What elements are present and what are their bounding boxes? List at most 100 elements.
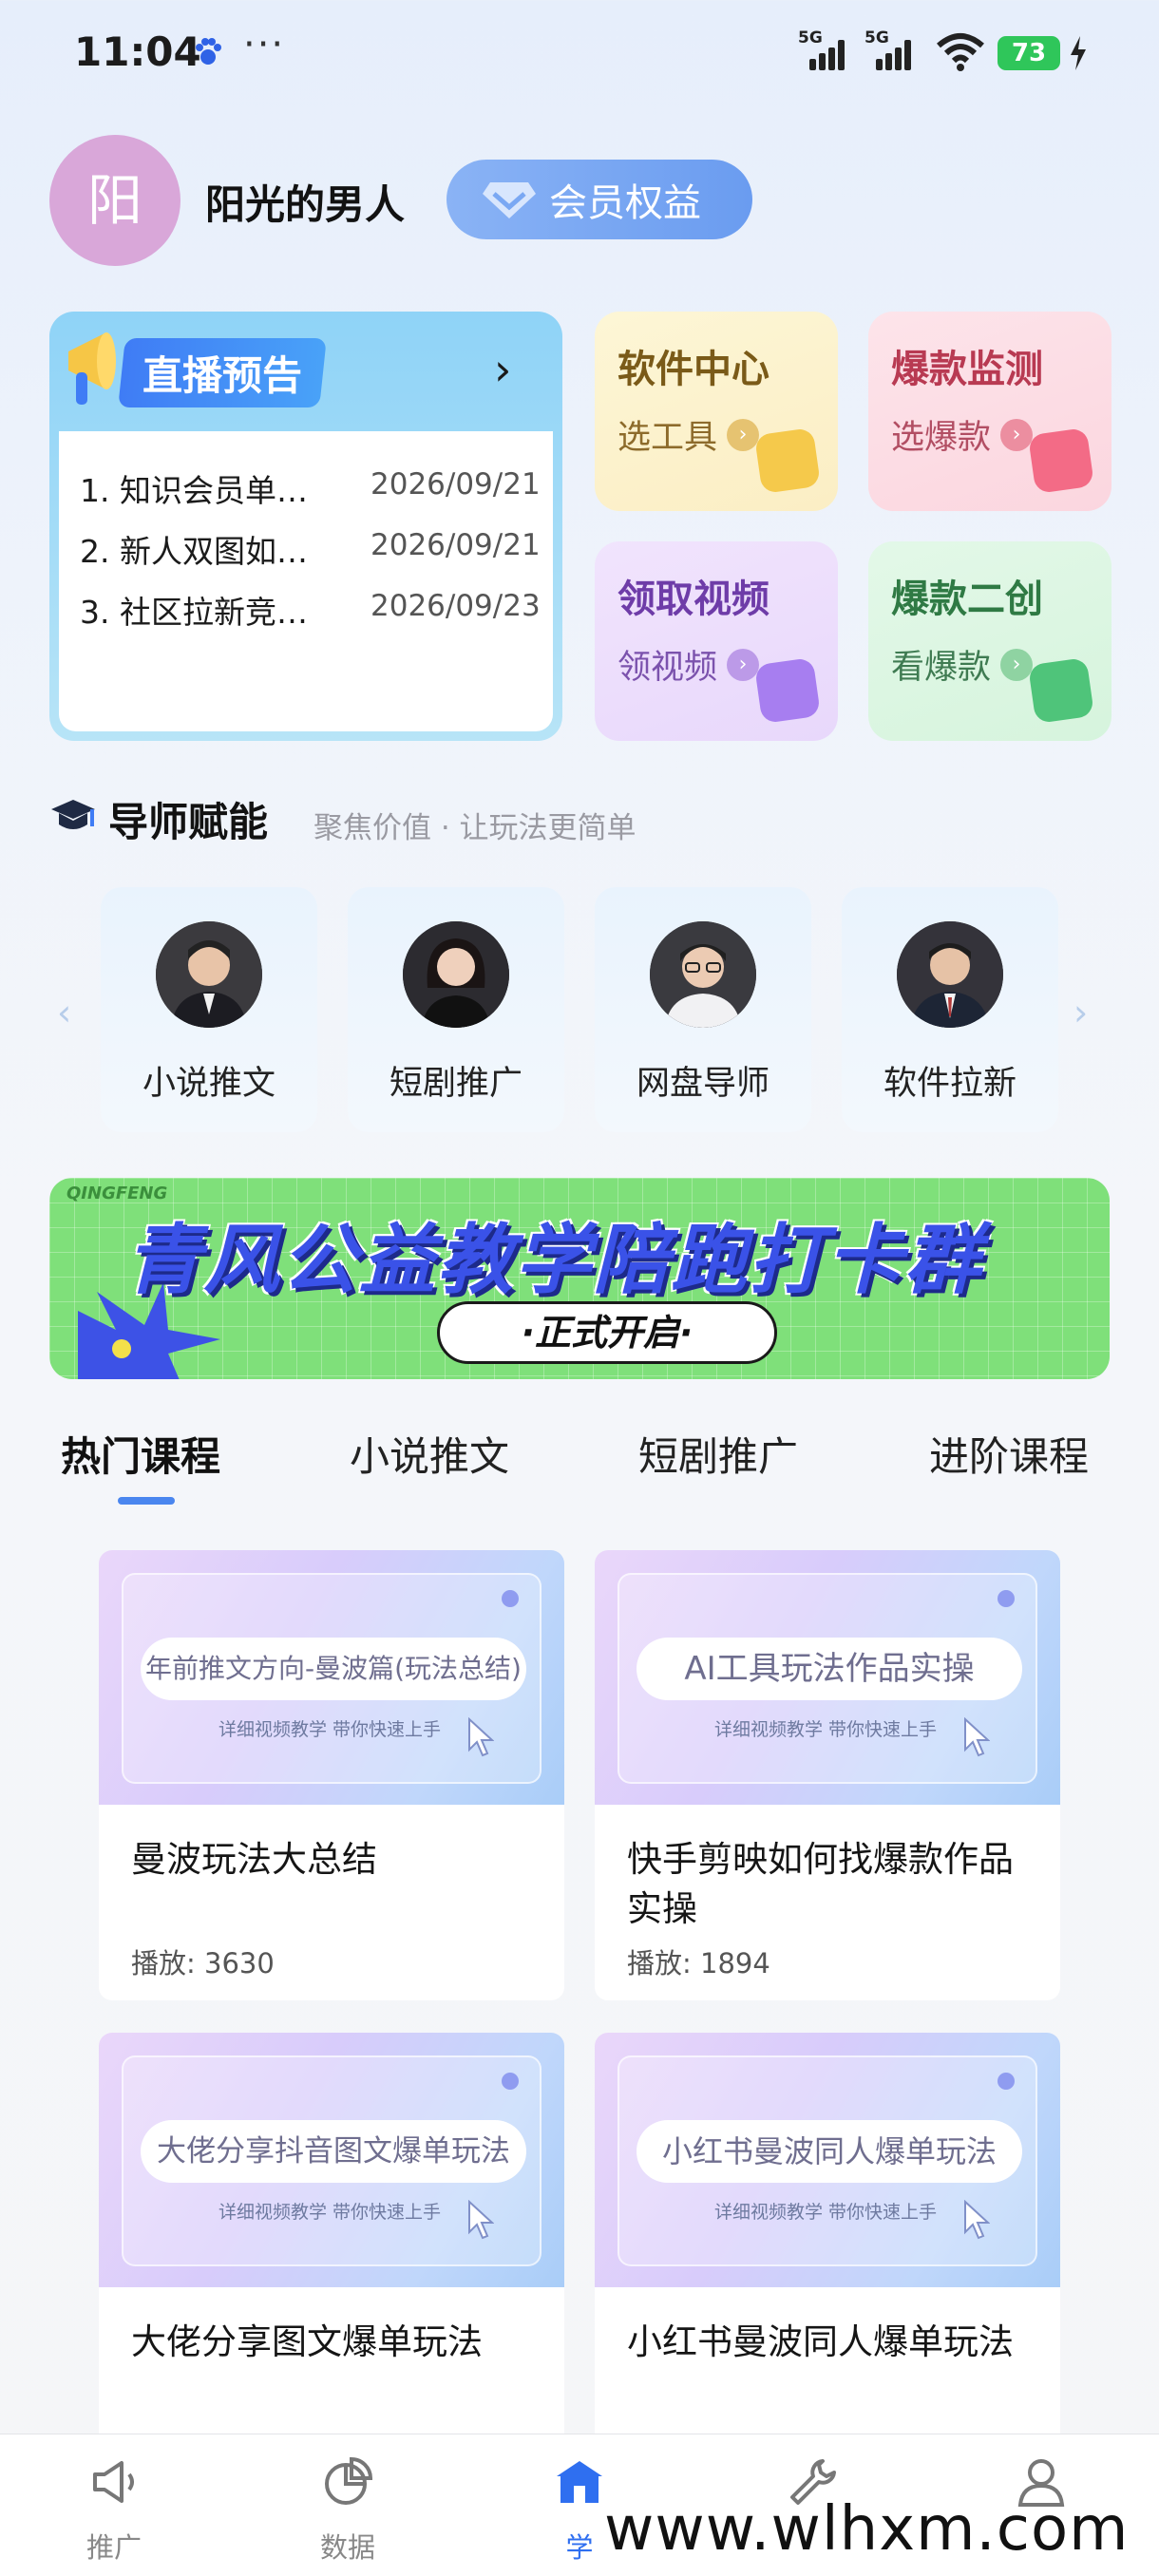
tab-advanced[interactable]: 进阶课程 xyxy=(929,1425,1089,1483)
nav-data[interactable]: 数据 xyxy=(291,2434,405,2576)
mentor-card[interactable]: 网盘导师 xyxy=(595,887,811,1132)
chevron-right-icon[interactable]: › xyxy=(494,344,511,395)
course-card[interactable]: 小红书曼波同人爆单玩法 详细视频教学 带你快速上手 小红书曼波同人爆单玩法 xyxy=(595,2033,1060,2483)
live-item-date: 2026/09/23 xyxy=(370,589,541,623)
tile-hot-monitor[interactable]: 爆款监测 选爆款 › xyxy=(868,312,1112,511)
tile-subtitle: 选爆款 xyxy=(891,419,992,457)
live-item[interactable]: 3. 社区拉新竞… xyxy=(80,587,308,633)
mentor-name: 小说推文 xyxy=(142,1065,276,1103)
edit-note-icon xyxy=(1027,656,1095,725)
course-title: 快手剪映如何找爆款作品实操 xyxy=(627,1839,1014,1929)
tab-short-drama[interactable]: 短剧推广 xyxy=(638,1425,798,1483)
active-tab-indicator xyxy=(118,1497,175,1505)
username: 阳光的男人 xyxy=(205,181,406,228)
course-thumb-hint: 详细视频教学 带你快速上手 xyxy=(218,1719,442,1740)
course-plays: 播放: 1894 xyxy=(627,1947,770,1979)
signal-5g-icon: 5G xyxy=(798,28,851,72)
mentor-name: 短剧推广 xyxy=(389,1065,522,1103)
course-thumb-hint: 详细视频教学 带你快速上手 xyxy=(714,1719,938,1740)
mentor-name: 软件拉新 xyxy=(883,1065,1016,1103)
signal-5g-icon: 5G xyxy=(864,28,918,72)
promo-banner[interactable]: QINGFENG 青风公益教学陪跑打卡群 ·正式开启· xyxy=(49,1178,1110,1379)
cursor-icon xyxy=(964,1717,990,1757)
cursor-icon xyxy=(468,1717,494,1757)
cursor-icon xyxy=(468,2200,494,2240)
diamond-icon xyxy=(483,182,536,218)
course-thumb-title: 大佬分享抖音图文爆单玩法 xyxy=(141,2120,526,2183)
mentor-card[interactable]: 小说推文 xyxy=(101,887,317,1132)
mentor-avatar xyxy=(156,921,262,1028)
tile-title: 爆款监测 xyxy=(891,348,1043,391)
tile-subtitle: 看爆款 xyxy=(891,649,992,687)
mentor-name: 网盘导师 xyxy=(636,1065,770,1103)
course-card[interactable]: AI工具玩法作品实操 详细视频教学 带你快速上手 快手剪映如何找爆款作品实操 播… xyxy=(595,1550,1060,2000)
network-label: 5G xyxy=(798,28,823,47)
course-thumbnail: 大佬分享抖音图文爆单玩法 详细视频教学 带你快速上手 xyxy=(99,2033,564,2287)
course-plays: 播放: 3630 xyxy=(131,1947,275,1979)
live-item-date: 2026/09/21 xyxy=(370,528,541,562)
status-more: ··· xyxy=(243,23,286,66)
live-item[interactable]: 1. 知识会员单… xyxy=(80,465,308,511)
course-title: 大佬分享图文爆单玩法 xyxy=(131,2321,483,2362)
tile-subtitle: 选工具 xyxy=(618,419,718,457)
section-subtitle: 聚焦价值 · 让玩法更简单 xyxy=(314,811,636,845)
course-title: 小红书曼波同人爆单玩法 xyxy=(627,2321,1014,2362)
baidu-paw-icon xyxy=(196,38,221,65)
megaphone-icon xyxy=(93,2461,134,2503)
video-folder-icon xyxy=(753,656,822,725)
tile-title: 爆款二创 xyxy=(891,578,1043,621)
course-card[interactable]: 年前推文方向-曼波篇(玩法总结) 详细视频教学 带你快速上手 曼波玩法大总结 播… xyxy=(99,1550,564,2000)
mentor-avatar xyxy=(650,921,756,1028)
mentor-avatar xyxy=(897,921,1003,1028)
charging-icon xyxy=(1071,36,1086,70)
course-thumbnail: 小红书曼波同人爆单玩法 详细视频教学 带你快速上手 xyxy=(595,2033,1060,2287)
nav-label: 推广 xyxy=(86,2531,142,2564)
tile-software-center[interactable]: 软件中心 选工具 › xyxy=(595,312,838,511)
tab-novel-promo[interactable]: 小说推文 xyxy=(350,1425,509,1483)
chevron-right-icon: › xyxy=(1000,418,1034,451)
mentor-avatar xyxy=(403,921,509,1028)
course-thumb-hint: 详细视频教学 带你快速上手 xyxy=(714,2202,938,2223)
mentor-card[interactable]: 短剧推广 xyxy=(348,887,564,1132)
chevron-right-icon: › xyxy=(1000,648,1034,681)
vip-benefits-button[interactable]: 会员权益 xyxy=(446,160,752,239)
banner-headline: 青风公益教学陪跑打卡群 xyxy=(125,1216,982,1304)
course-title: 曼波玩法大总结 xyxy=(131,1839,377,1880)
tab-hot-courses[interactable]: 热门课程 xyxy=(61,1425,220,1483)
banner-cta: ·正式开启· xyxy=(437,1301,777,1364)
chevron-right-icon: › xyxy=(727,648,760,681)
school-icon xyxy=(557,2461,602,2503)
document-icon xyxy=(753,426,822,495)
course-thumb-title: AI工具玩法作品实操 xyxy=(636,1638,1022,1700)
course-thumbnail: AI工具玩法作品实操 详细视频教学 带你快速上手 xyxy=(595,1550,1060,1805)
course-thumb-title: 小红书曼波同人爆单玩法 xyxy=(636,2120,1022,2183)
battery-indicator: 73 xyxy=(998,36,1060,70)
watermark-text: www.wlhxm.com xyxy=(604,2494,1130,2565)
live-item-date: 2026/09/21 xyxy=(370,467,541,502)
tile-hot-remix[interactable]: 爆款二创 看爆款 › xyxy=(868,541,1112,741)
pie-chart-icon xyxy=(325,2456,373,2505)
tile-subtitle: 领视频 xyxy=(618,649,718,687)
course-thumb-hint: 详细视频教学 带你快速上手 xyxy=(218,2202,442,2223)
course-card[interactable]: 大佬分享抖音图文爆单玩法 详细视频教学 带你快速上手 大佬分享图文爆单玩法 xyxy=(99,2033,564,2483)
graduation-cap-icon xyxy=(51,800,95,829)
flame-icon xyxy=(1027,426,1095,495)
status-time: 11:04 xyxy=(74,28,201,75)
tile-get-video[interactable]: 领取视频 领视频 › xyxy=(595,541,838,741)
network-label: 5G xyxy=(864,28,889,47)
nav-promote[interactable]: 推广 xyxy=(57,2434,171,2576)
section-title-mentors: 导师赋能 xyxy=(108,799,269,845)
course-thumb-title: 年前推文方向-曼波篇(玩法总结) xyxy=(141,1638,526,1700)
avatar[interactable]: 阳 xyxy=(49,135,180,266)
tile-title: 软件中心 xyxy=(618,348,770,391)
live-preview-title: 直播预告 xyxy=(118,338,327,407)
chevron-left-icon[interactable]: ‹ xyxy=(57,992,71,1033)
mentor-card[interactable]: 软件拉新 xyxy=(842,887,1058,1132)
chevron-right-icon[interactable]: › xyxy=(1074,992,1088,1033)
wifi-icon xyxy=(937,33,984,71)
course-thumbnail: 年前推文方向-曼波篇(玩法总结) 详细视频教学 带你快速上手 xyxy=(99,1550,564,1805)
live-item[interactable]: 2. 新人双图如… xyxy=(80,526,308,572)
vip-benefits-label: 会员权益 xyxy=(549,181,701,225)
cursor-icon xyxy=(964,2200,990,2240)
tile-title: 领取视频 xyxy=(618,578,770,621)
